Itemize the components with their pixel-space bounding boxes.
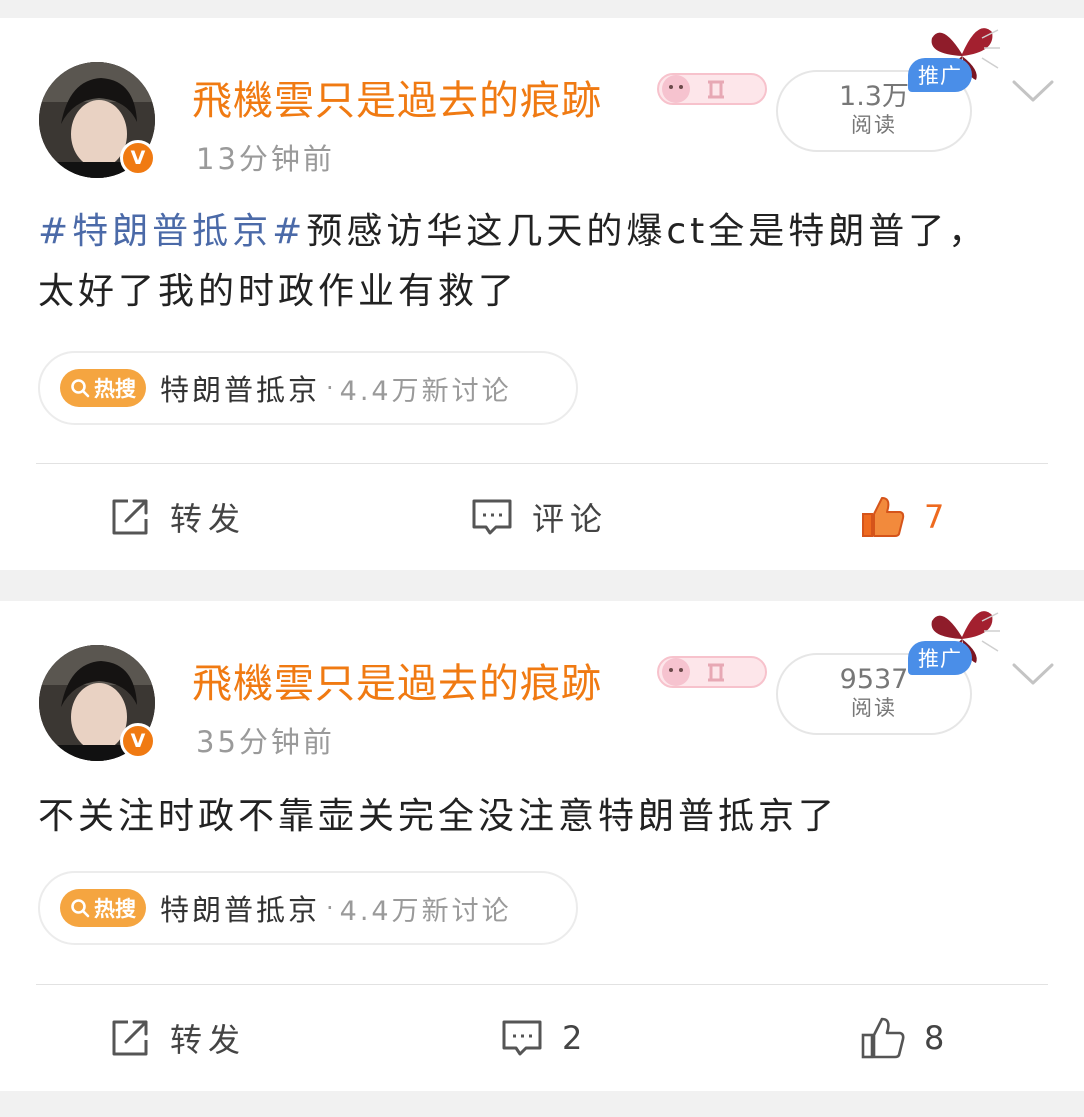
fan-medal-icon[interactable]	[656, 653, 768, 691]
post-content: 不关注时政不靠壶关完全没注意特朗普抵京了	[38, 787, 998, 847]
hot-search-separator: ·	[326, 374, 334, 402]
verified-badge: V	[120, 140, 156, 176]
divider	[36, 463, 1048, 464]
search-icon	[71, 379, 90, 398]
like-count: 7	[924, 498, 951, 536]
hashtag-link[interactable]: #特朗普抵京#	[38, 211, 306, 252]
hot-search-topic: 特朗普抵京	[160, 893, 321, 927]
thumbs-up-icon	[861, 1017, 905, 1059]
divider	[36, 984, 1048, 985]
post-card[interactable]: V 飛機雲只是過去的痕跡 35分钟前 9537 阅读 推广 不关注时政不靠壶关完…	[0, 601, 1084, 1091]
repost-label: 转发	[170, 500, 247, 538]
comment-button[interactable]: 2	[500, 1013, 588, 1063]
username[interactable]: 飛機雲只是過去的痕跡	[192, 68, 602, 126]
hot-search-count: 4.4万新讨论	[339, 375, 512, 407]
repost-icon	[112, 499, 148, 535]
repost-button[interactable]: 转发	[108, 1013, 246, 1063]
hot-search-separator: ·	[326, 894, 334, 922]
comment-button[interactable]: 评论	[470, 492, 608, 542]
hot-search-count: 4.4万新讨论	[339, 895, 512, 927]
username[interactable]: 飛機雲只是過去的痕跡	[192, 651, 602, 709]
hot-search-pill[interactable]: 热搜 特朗普抵京 · 4.4万新讨论	[38, 871, 578, 945]
like-button[interactable]: 8	[860, 1013, 950, 1063]
comment-count: 2	[562, 1019, 589, 1057]
fan-medal-icon[interactable]	[656, 70, 768, 108]
read-count-label: 阅读	[851, 113, 897, 137]
repost-label: 转发	[170, 1021, 247, 1059]
promoted-badge: 推广	[908, 641, 972, 675]
post-card[interactable]: V 飛機雲只是過去的痕跡 13分钟前 1.3万 阅读 推广 #特朗普抵京#预感访…	[0, 18, 1084, 570]
hot-search-badge: 热搜	[60, 889, 146, 927]
hot-search-badge: 热搜	[60, 369, 146, 407]
post-timestamp: 35分钟前	[196, 725, 335, 759]
repost-icon	[112, 1020, 148, 1056]
verified-badge: V	[120, 723, 156, 759]
promoted-badge: 推广	[908, 58, 972, 92]
chevron-down-icon[interactable]	[1010, 659, 1056, 689]
thumbs-up-icon	[862, 497, 905, 537]
comment-icon	[502, 1020, 542, 1056]
search-icon	[71, 899, 90, 918]
like-button[interactable]: 7	[860, 492, 950, 542]
post-timestamp: 13分钟前	[196, 142, 335, 176]
comment-icon	[472, 499, 512, 535]
repost-button[interactable]: 转发	[108, 492, 246, 542]
hot-search-pill[interactable]: 热搜 特朗普抵京 · 4.4万新讨论	[38, 351, 578, 425]
post-text: 不关注时政不靠壶关完全没注意特朗普抵京了	[38, 796, 839, 837]
post-content: #特朗普抵京#预感访华这几天的爆ct全是特朗普了，太好了我的时政作业有救了	[38, 202, 998, 322]
hot-search-badge-label: 热搜	[94, 377, 136, 401]
comment-label: 评论	[532, 500, 609, 538]
chevron-down-icon[interactable]	[1010, 76, 1056, 106]
read-count-label: 阅读	[851, 696, 897, 720]
hot-search-badge-label: 热搜	[94, 897, 136, 921]
hot-search-topic: 特朗普抵京	[160, 373, 321, 407]
like-count: 8	[924, 1019, 951, 1057]
